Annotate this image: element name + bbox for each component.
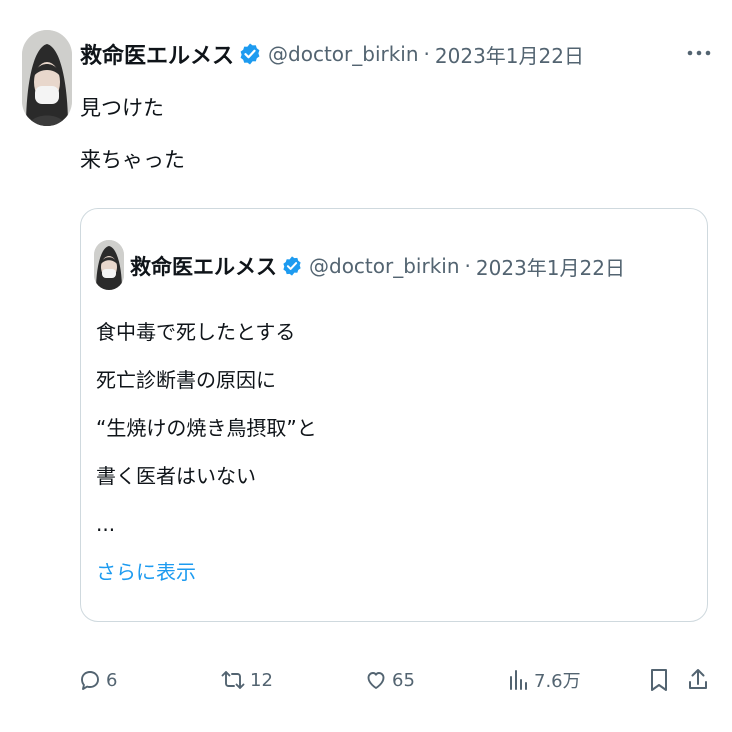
- quoted-author-name: 救命医エルメス: [130, 255, 277, 279]
- quoted-text-line: ...: [96, 512, 116, 536]
- views-count: 7.6万: [534, 671, 581, 692]
- heart-icon: [367, 672, 385, 689]
- quoted-text-line: 食中毒で死したとする: [96, 320, 296, 344]
- like-button[interactable]: 65: [364, 662, 415, 698]
- author-name[interactable]: 救命医エルメス: [80, 38, 234, 70]
- quoted-text-line: 書く医者はいない: [96, 464, 256, 488]
- bookmark-button[interactable]: [648, 662, 670, 698]
- quoted-author-handle: @doctor_birkin: [309, 254, 460, 278]
- author-handle[interactable]: @doctor_birkin: [268, 42, 419, 66]
- share-button[interactable]: [686, 662, 710, 698]
- reply-icon: [81, 671, 99, 690]
- reply-count: 6: [106, 669, 118, 691]
- tweet-text-line: 来ちゃった: [80, 148, 185, 172]
- tweet-header: 救命医エルメス @doctor_birkin · 2023年1月22日: [80, 38, 584, 70]
- analytics-icon: [510, 670, 527, 690]
- share-icon: [689, 669, 707, 689]
- show-more-link[interactable]: さらに表示: [96, 556, 196, 585]
- more-horizontal-icon: [687, 50, 711, 56]
- quoted-text-line: “生焼けの焼き鳥摂取”と: [96, 416, 317, 440]
- verified-badge-icon: [238, 42, 262, 66]
- views-button[interactable]: 7.6万: [508, 662, 581, 698]
- retweet-count: 12: [250, 669, 273, 691]
- quoted-text-line: 死亡診断書の原因に: [96, 368, 276, 392]
- retweet-button[interactable]: 12: [220, 662, 273, 698]
- more-options-button[interactable]: [684, 42, 714, 64]
- header-separator: ·: [423, 42, 430, 66]
- quoted-tweet-date: 2023年1月22日: [475, 255, 625, 280]
- bookmark-icon: [651, 669, 667, 691]
- author-avatar[interactable]: [22, 30, 72, 126]
- reply-button[interactable]: 6: [78, 662, 117, 698]
- retweet-icon: [221, 671, 245, 689]
- verified-badge-icon: [281, 255, 303, 277]
- quoted-author-avatar: [94, 240, 124, 290]
- like-count: 65: [392, 669, 415, 691]
- quoted-header-separator: ·: [464, 254, 471, 278]
- tweet-text-line: 見つけた: [80, 96, 164, 120]
- quoted-tweet-header: 救命医エルメス @doctor_birkin · 2023年1月22日: [130, 250, 625, 282]
- tweet-date[interactable]: 2023年1月22日: [435, 40, 584, 69]
